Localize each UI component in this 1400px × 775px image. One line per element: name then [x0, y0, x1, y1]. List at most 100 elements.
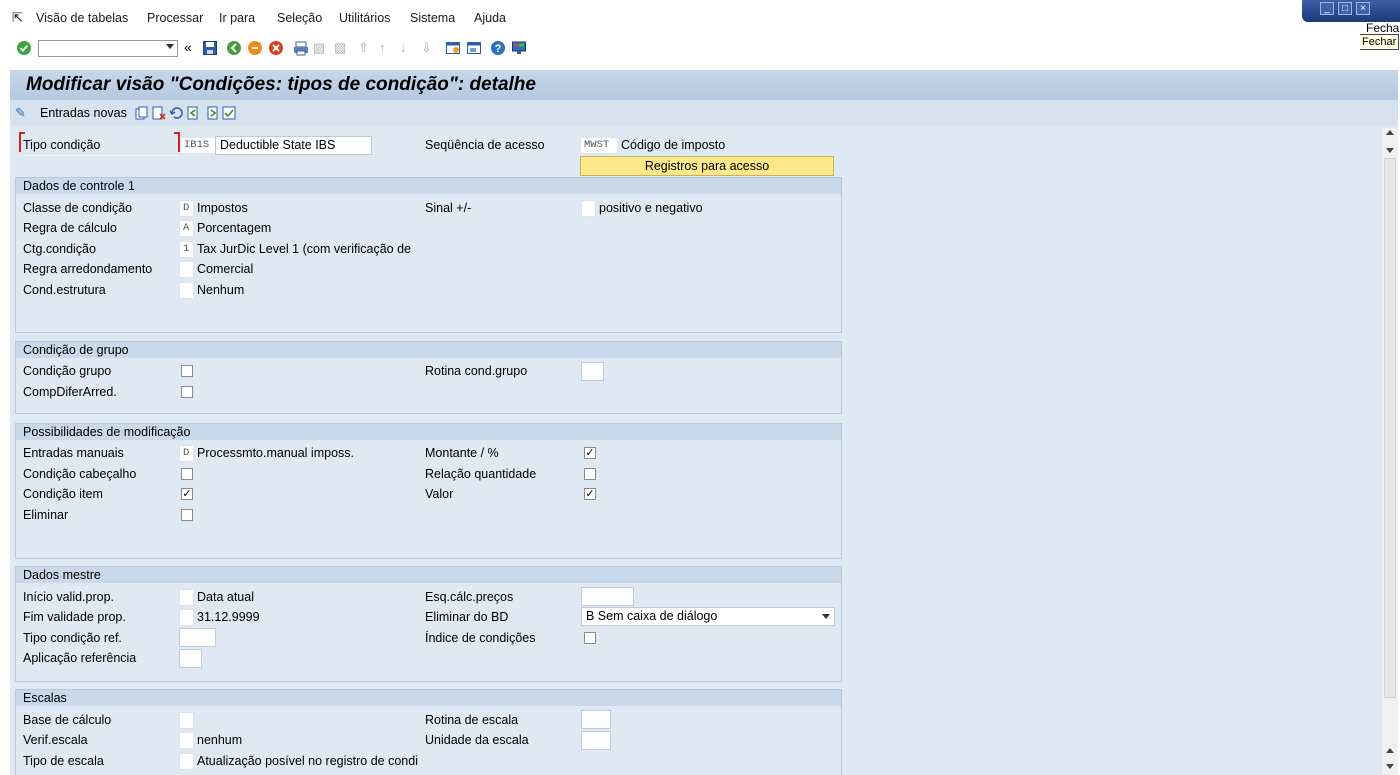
indice-condicoes-checkbox[interactable]: [584, 632, 596, 644]
registros-acesso-button[interactable]: Registros para acesso: [580, 156, 834, 176]
maximize-icon[interactable]: □: [1338, 2, 1352, 15]
scroll-up-icon[interactable]: [1386, 130, 1394, 135]
menu-utilitarios[interactable]: Utilitários: [339, 11, 390, 25]
exit-icon[interactable]: [247, 40, 263, 56]
menu-selecao[interactable]: Seleção: [277, 11, 322, 25]
condicao-item-checkbox[interactable]: ✓: [181, 488, 193, 500]
copy-icon[interactable]: [135, 106, 149, 120]
ctg-condicao-code[interactable]: 1: [179, 241, 194, 258]
ctg-condicao-label: Ctg.condição: [23, 242, 96, 256]
sinal-code[interactable]: [581, 200, 596, 217]
tipo-condicao-label: Tipo condição: [23, 138, 101, 152]
cond-estrutura-code[interactable]: [179, 282, 194, 299]
unidade-escala-field[interactable]: [581, 731, 611, 750]
minimize-icon[interactable]: _: [1320, 2, 1334, 15]
ctg-condicao-description: Tax JurDic Level 1 (com verificação de: [197, 242, 411, 256]
page-title: Modificar visão "Condições: tipos de con…: [26, 74, 536, 95]
regra-arredondamento-code[interactable]: [179, 261, 194, 278]
regra-arredondamento-label: Regra arredondamento: [23, 262, 153, 276]
tipo-escala-code[interactable]: [179, 753, 194, 770]
delete-icon[interactable]: [152, 106, 166, 120]
menu-processar[interactable]: Processar: [147, 11, 203, 25]
select-all-icon[interactable]: [222, 106, 236, 120]
base-calculo-label: Base de cálculo: [23, 713, 112, 727]
save-icon[interactable]: [202, 40, 218, 56]
cond-estrutura-label: Cond.estrutura: [23, 283, 106, 297]
new-session-icon[interactable]: [445, 40, 461, 56]
first-page-icon: ⇧: [358, 40, 369, 55]
menu-visao-de-tabelas[interactable]: Visão de tabelas: [36, 11, 128, 25]
eliminar-label: Eliminar: [23, 508, 69, 522]
menu-exit-icon[interactable]: ⇱: [12, 10, 23, 26]
group-header: Dados mestre: [16, 567, 841, 583]
esq-calc-precos-field[interactable]: [581, 587, 634, 606]
menu-sistema[interactable]: Sistema: [410, 11, 455, 25]
vertical-scrollbar[interactable]: [1382, 128, 1398, 775]
last-page-icon: ⇩: [421, 40, 432, 55]
customize-layout-icon[interactable]: [511, 40, 527, 56]
scroll-down-icon[interactable]: [1386, 148, 1394, 153]
fim-validade-prop-value: 31.12.9999: [197, 610, 260, 624]
relacao-quantidade-checkbox[interactable]: [584, 468, 596, 480]
sinal-description: positivo e negativo: [599, 201, 703, 215]
aplicacao-referencia-field[interactable]: [179, 649, 202, 668]
next-entry-icon[interactable]: [206, 106, 220, 120]
print-icon[interactable]: [293, 40, 309, 56]
application-toolbar: ✎ Entradas novas: [10, 100, 1398, 126]
montante-checkbox[interactable]: ✓: [584, 447, 596, 459]
chevron-down-icon[interactable]: [166, 44, 174, 49]
eliminar-checkbox[interactable]: [181, 509, 193, 521]
relacao-quantidade-label: Relação quantidade: [425, 467, 537, 481]
close-window-icon[interactable]: ×: [1356, 2, 1370, 15]
tipo-condicao-code[interactable]: IB1S: [180, 137, 216, 154]
find-icon: ▨: [313, 40, 326, 55]
tipo-condicao-ref-field[interactable]: [179, 628, 216, 647]
new-entries-icon[interactable]: ✎: [15, 105, 26, 121]
new-entries-button[interactable]: Entradas novas: [40, 106, 127, 120]
comp-difer-arred-checkbox[interactable]: [181, 386, 193, 398]
label-underline: [20, 155, 180, 156]
cancel-icon[interactable]: [268, 40, 284, 56]
entradas-manuais-description: Processmto.manual imposs.: [197, 446, 355, 460]
help-icon[interactable]: ?: [490, 40, 506, 56]
undo-icon[interactable]: [169, 106, 183, 120]
indice-condicoes-label: Índice de condições: [425, 631, 536, 645]
condicao-cabecalho-checkbox[interactable]: [181, 468, 193, 480]
condicao-grupo-checkbox[interactable]: [181, 365, 193, 377]
eliminar-bd-select[interactable]: B Sem caixa de diálogo: [581, 607, 835, 626]
scroll-up-bottom-icon[interactable]: [1386, 748, 1394, 753]
regra-calculo-code[interactable]: A: [179, 220, 194, 237]
fim-validade-prop-label: Fim validade prop.: [23, 610, 126, 624]
close-label: Fecha: [1366, 21, 1400, 35]
group-header: Condição de grupo: [16, 342, 841, 358]
previous-entry-icon[interactable]: [186, 106, 200, 120]
regra-calculo-label: Regra de cálculo: [23, 221, 117, 235]
sequencia-acesso-description: Código de imposto: [621, 138, 726, 152]
shortcut-icon[interactable]: [466, 40, 482, 56]
verif-escala-label: Verif.escala: [23, 733, 88, 747]
entradas-manuais-code[interactable]: D: [179, 445, 194, 462]
condicao-grupo-group: Condição de grupo Condição grupo CompDif…: [15, 341, 842, 414]
menu-ajuda[interactable]: Ajuda: [474, 11, 506, 25]
sequencia-acesso-code[interactable]: MWST: [580, 137, 618, 154]
collapse-icon[interactable]: «: [184, 39, 200, 55]
verif-escala-code[interactable]: [179, 732, 194, 749]
classe-condicao-code[interactable]: D: [179, 200, 194, 217]
valor-checkbox[interactable]: ✓: [584, 488, 596, 500]
inicio-valid-prop-code[interactable]: [179, 589, 194, 606]
tipo-condicao-description[interactable]: Deductible State IBS: [215, 136, 372, 155]
fim-validade-prop-code[interactable]: [179, 609, 194, 626]
previous-page-icon: ↑: [379, 40, 386, 55]
inicio-valid-prop-label: Início valid.prop.: [23, 590, 115, 604]
scroll-down-bottom-icon[interactable]: [1386, 764, 1394, 769]
rotina-cond-grupo-field[interactable]: [581, 362, 604, 381]
enter-check-icon[interactable]: [16, 40, 32, 56]
command-field[interactable]: [38, 40, 178, 57]
scroll-thumb[interactable]: [1384, 158, 1396, 698]
menu-ir-para[interactable]: Ir para: [219, 11, 255, 25]
back-icon[interactable]: [226, 40, 242, 56]
base-calculo-code[interactable]: [179, 712, 194, 729]
aplicacao-referencia-label: Aplicação referência: [23, 651, 137, 665]
chevron-down-icon[interactable]: [822, 614, 830, 619]
rotina-escala-field[interactable]: [581, 710, 611, 729]
